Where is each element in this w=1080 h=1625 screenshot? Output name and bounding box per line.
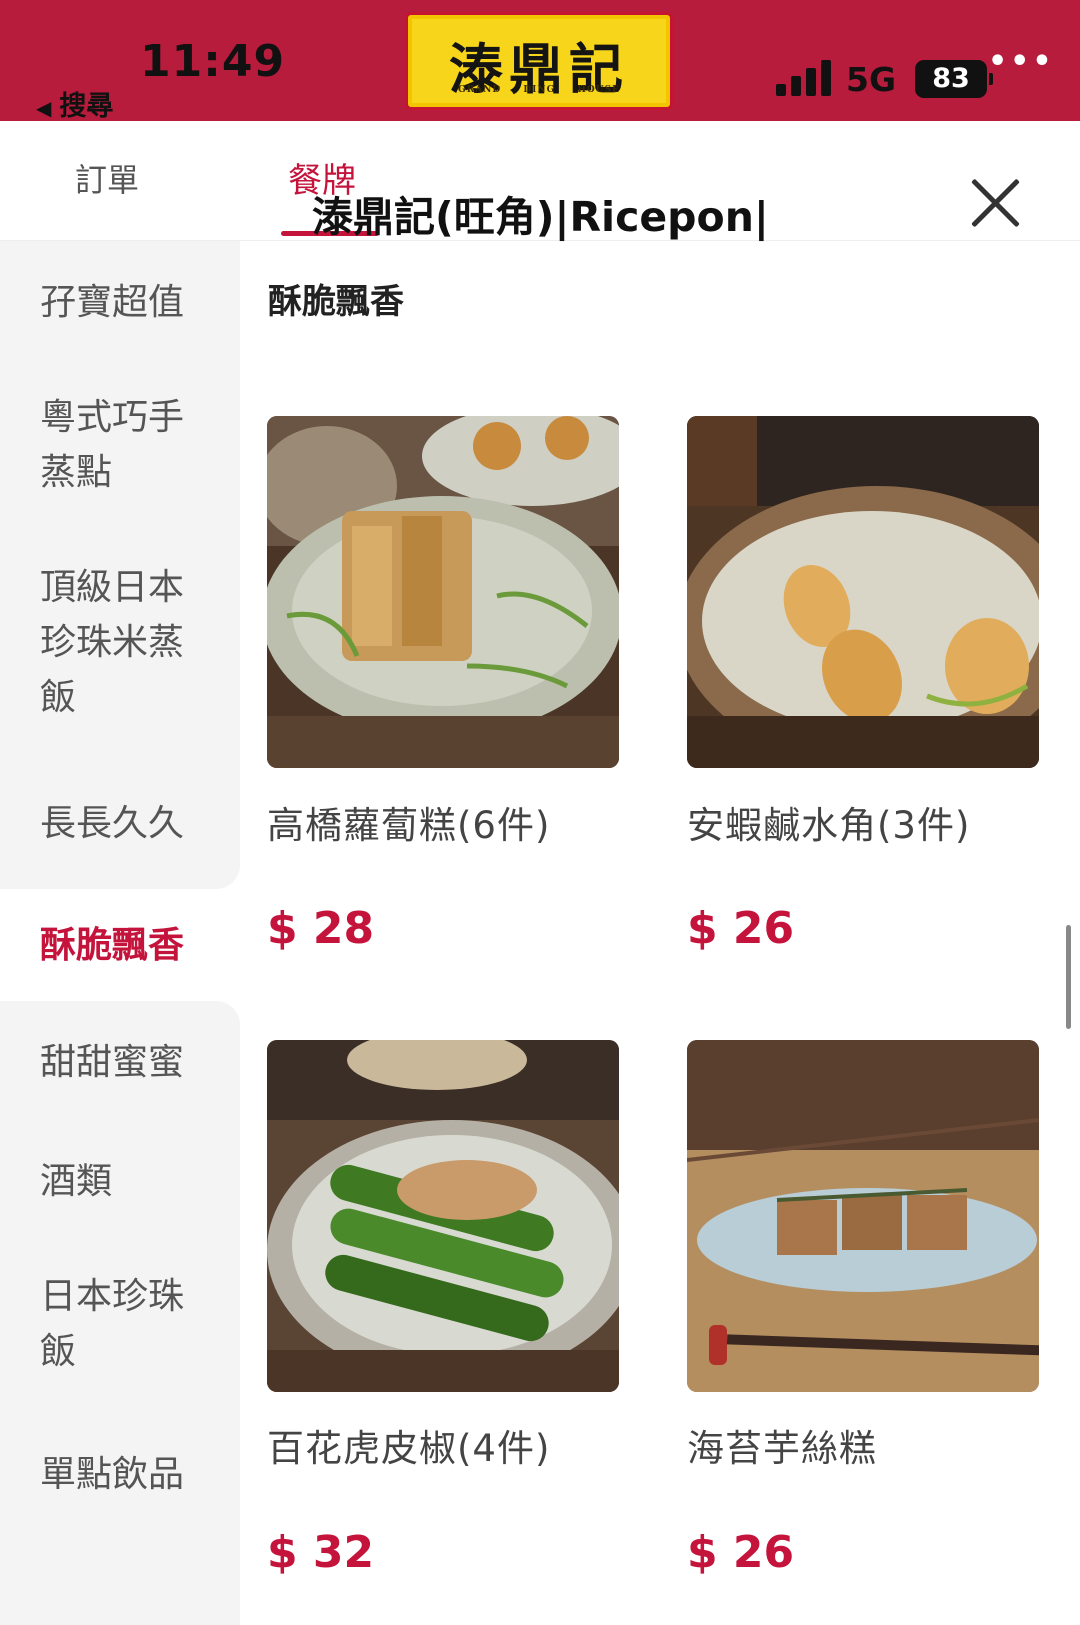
sidebar-item-combo[interactable]: 孖寶超值	[0, 241, 240, 363]
fried-dumpling-photo[interactable]	[687, 416, 1039, 768]
battery-level: 83	[932, 63, 970, 94]
product-price: $ 32	[267, 1527, 375, 1578]
sidebar-item-pearl-rice[interactable]: 頂級日本珍珠米蒸飯	[0, 527, 240, 757]
product-price: $ 26	[687, 903, 795, 954]
more-options-icon[interactable]: •••	[988, 44, 1055, 79]
category-sidebar: 孖寶超值 粵式巧手蒸點 頂級日本珍珠米蒸飯 長長久久 酥脆飄香 甜甜蜜蜜 酒類 …	[0, 241, 240, 1625]
sidebar-item-label: 日本珍珠飯	[40, 1276, 185, 1372]
stuffed-pepper-photo[interactable]	[267, 1040, 619, 1392]
network-type: 5G	[846, 60, 897, 99]
sidebar-item-japanese-rice[interactable]: 日本珍珠飯	[0, 1239, 240, 1409]
product-price: $ 26	[687, 1527, 795, 1578]
signal-icon	[776, 60, 832, 96]
scrollbar[interactable]	[1066, 925, 1071, 1029]
sidebar-item-steamed-dimsum[interactable]: 粵式巧手蒸點	[0, 363, 240, 527]
sidebar-item-label: 粵式巧手蒸點	[40, 397, 185, 493]
restaurant-logo: 溙鼎記 GRAND DING HOUSE	[405, 12, 673, 110]
turnip-cake-photo[interactable]	[267, 416, 619, 768]
tab-bar: 訂單 餐牌 溙鼎記(旺角)|Ricepon|	[0, 121, 1080, 241]
sidebar-item-label: 長長久久	[40, 802, 185, 844]
back-triangle-icon: ◀	[36, 96, 52, 120]
section-title: 酥脆飄香	[268, 282, 404, 322]
back-to-search-link[interactable]: ◀ 搜尋	[36, 84, 113, 123]
battery-icon: 83	[915, 60, 993, 98]
close-icon[interactable]	[966, 173, 1026, 233]
sidebar-item-alcohol[interactable]: 酒類	[0, 1123, 240, 1239]
sidebar-item-label: 酥脆飄香	[40, 924, 185, 966]
sidebar-item-crispy[interactable]: 酥脆飄香	[0, 889, 240, 1001]
status-time: 11:49	[140, 36, 286, 87]
sidebar-item-drinks[interactable]: 單點飲品	[0, 1409, 240, 1625]
product-name: 高橋蘿蔔糕(6件)	[267, 804, 551, 847]
product-price: $ 28	[267, 903, 375, 954]
logo-name-en: GRAND DING HOUSE	[458, 85, 620, 95]
product-name: 安蝦鹹水角(3件)	[687, 804, 971, 847]
sidebar-item-label: 頂級日本珍珠米蒸飯	[40, 566, 185, 718]
tab-orders[interactable]: 訂單	[75, 155, 139, 201]
sidebar-item-label: 甜甜蜜蜜	[40, 1041, 185, 1083]
sidebar-item-label: 單點飲品	[40, 1454, 185, 1495]
status-bar: 11:49 ◀ 搜尋 溙鼎記 GRAND DING HOUSE 5G 83 •••	[0, 0, 1080, 123]
back-label: 搜尋	[59, 91, 114, 122]
product-name: 百花虎皮椒(4件)	[267, 1427, 551, 1470]
page-title: 溙鼎記(旺角)|Ricepon|	[312, 193, 769, 241]
sidebar-item-label: 孖寶超值	[40, 281, 185, 323]
sidebar-item-sweets[interactable]: 甜甜蜜蜜	[0, 1001, 240, 1123]
product-name: 海苔芋絲糕	[687, 1427, 877, 1470]
taro-cake-photo[interactable]	[687, 1040, 1039, 1392]
sidebar-item-longevity[interactable]: 長長久久	[0, 757, 240, 889]
sidebar-item-label: 酒類	[40, 1160, 113, 1202]
